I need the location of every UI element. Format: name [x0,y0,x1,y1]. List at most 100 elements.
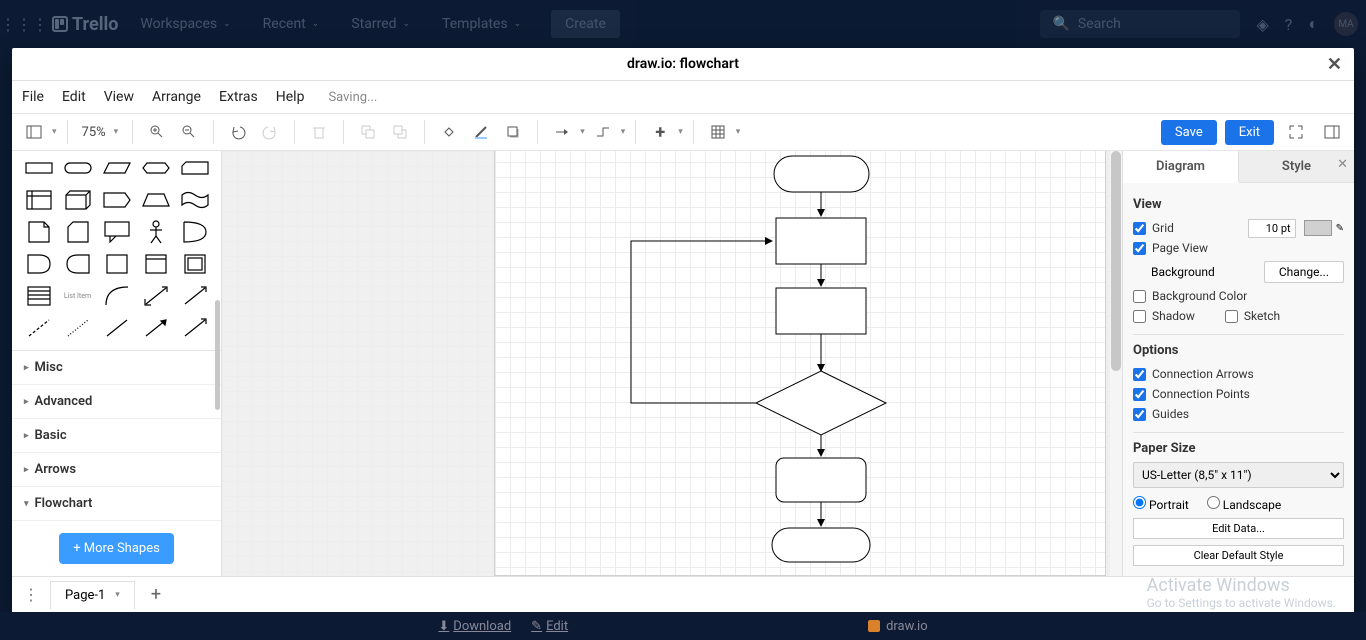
shadow-checkbox[interactable] [1133,310,1146,323]
shape-delay-half[interactable] [178,219,211,245]
nav-templates[interactable]: Templates⌄ [432,10,531,38]
color-edit-icon[interactable]: ✎ [1336,223,1344,234]
grid-color-swatch[interactable] [1304,220,1332,236]
table-icon[interactable] [704,118,732,146]
page-tab-1[interactable]: Page-1▾ [50,581,135,609]
shape-process-top[interactable] [22,155,55,181]
conn-points-checkbox[interactable] [1133,388,1146,401]
flowchart-diagram[interactable] [494,151,1106,576]
apps-grid-icon[interactable]: ⋮⋮⋮ [8,15,40,34]
zoom-out-icon[interactable] [175,118,203,146]
paper-size-select[interactable]: US-Letter (8,5" x 11") [1133,462,1344,488]
palette-advanced[interactable]: ▸Advanced [12,385,221,419]
shape-tape[interactable] [178,187,211,213]
shape-note[interactable] [22,219,55,245]
menu-extras[interactable]: Extras [219,89,258,105]
guides-checkbox[interactable] [1133,408,1146,421]
shape-trapezoid[interactable] [139,187,172,213]
shape-or-left[interactable] [61,251,94,277]
add-page-button[interactable]: + [143,584,169,605]
pages-menu-icon[interactable]: ⋮ [20,584,42,606]
grid-size-input[interactable] [1248,219,1296,238]
zoom-in-icon[interactable] [143,118,171,146]
sidebar-toggle-caret[interactable]: ▾ [52,127,57,137]
save-button[interactable]: Save [1161,120,1217,145]
insert-icon[interactable]: + [646,118,674,146]
shape-callout[interactable] [100,219,133,245]
shape-cube[interactable] [61,187,94,213]
shape-card-top[interactable] [178,155,211,181]
line-color-icon[interactable] [467,118,495,146]
nav-starred[interactable]: Starred⌄ [341,10,420,38]
format-panel-toggle-icon[interactable] [1318,118,1346,146]
menu-view[interactable]: View [104,89,134,105]
to-front-icon[interactable] [354,118,382,146]
search-input[interactable]: 🔍 Search [1040,10,1240,38]
tab-diagram[interactable]: Diagram [1123,151,1239,183]
sidebar-toggle-icon[interactable] [20,118,48,146]
shape-step[interactable] [100,187,133,213]
palette-arrows[interactable]: ▸Arrows [12,453,221,487]
shape-internal-storage[interactable] [22,187,55,213]
bgcolor-checkbox[interactable] [1133,290,1146,303]
menu-help[interactable]: Help [276,89,305,105]
help-icon[interactable]: ? [1285,15,1293,34]
clear-style-button[interactable]: Clear Default Style [1133,545,1344,566]
shape-arrow-both[interactable] [139,283,172,309]
zoom-select[interactable]: 75%▾ [78,123,123,142]
more-shapes-button[interactable]: + More Shapes [59,533,174,564]
menu-file[interactable]: File [22,89,44,105]
fullscreen-icon[interactable] [1282,118,1310,146]
undo-icon[interactable] [224,118,252,146]
palette-misc[interactable]: ▸Misc [12,351,221,385]
canvas-scrollbar[interactable] [1110,151,1122,576]
sketch-checkbox[interactable] [1225,310,1238,323]
close-icon[interactable]: ✕ [1327,54,1342,75]
shape-curve[interactable] [100,283,133,309]
shape-card[interactable] [61,219,94,245]
fill-color-icon[interactable] [435,118,463,146]
menu-arrange[interactable]: Arrange [152,89,201,105]
redo-icon[interactable] [256,118,284,146]
shape-line-dash[interactable] [22,315,55,341]
shadow-icon[interactable] [499,118,527,146]
connection-icon[interactable] [548,118,576,146]
shape-data-top[interactable] [100,155,133,181]
shape-hex-top[interactable] [139,155,172,181]
shape-arrow-ne[interactable] [178,283,211,309]
landscape-radio[interactable] [1207,496,1220,509]
shape-arrow-open[interactable] [178,315,211,341]
page-view-checkbox[interactable] [1133,242,1146,255]
shape-actor[interactable] [139,219,172,245]
shape-terminator-top[interactable] [61,155,94,181]
shape-titled-container[interactable] [139,251,172,277]
waypoint-icon[interactable] [589,118,617,146]
theme-icon[interactable]: ◐ [1308,14,1318,34]
conn-arrows-checkbox[interactable] [1133,368,1146,381]
portrait-radio[interactable] [1133,496,1146,509]
canvas[interactable] [222,151,1122,576]
trello-logo[interactable]: Trello [52,14,118,35]
background-change-button[interactable]: Change... [1264,261,1344,283]
palette-scrollbar[interactable] [215,300,220,410]
create-button[interactable]: Create [551,10,620,38]
shape-and[interactable] [22,251,55,277]
shape-list[interactable] [22,283,55,309]
palette-basic[interactable]: ▸Basic [12,419,221,453]
notifications-icon[interactable]: ◈ [1256,15,1268,34]
edit-link[interactable]: ✎Edit [531,619,568,634]
exit-button[interactable]: Exit [1225,120,1274,145]
panel-close-icon[interactable]: ✕ [1337,157,1348,172]
avatar[interactable]: MA [1334,12,1358,36]
to-back-icon[interactable] [386,118,414,146]
palette-flowchart[interactable]: ▾Flowchart [12,487,221,521]
grid-checkbox[interactable] [1133,222,1146,235]
shape-frame[interactable] [178,251,211,277]
nav-recent[interactable]: Recent⌄ [253,10,330,38]
shape-line-dot[interactable] [61,315,94,341]
shape-line[interactable] [100,315,133,341]
menu-edit[interactable]: Edit [62,89,86,105]
delete-icon[interactable] [305,118,333,146]
shape-container[interactable] [100,251,133,277]
shape-list-item[interactable]: List Item [61,283,94,309]
